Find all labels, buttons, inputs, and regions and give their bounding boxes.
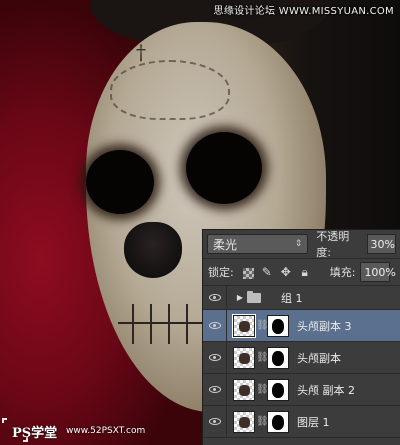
visibility-toggle[interactable] — [203, 342, 227, 373]
lock-row: 锁定: ✎ ✥ 🔒︎ 填充: 100% — [203, 258, 400, 286]
chain-link-icon[interactable]: ⛓ — [256, 352, 269, 363]
eye-icon — [208, 322, 221, 329]
watermark-top: 思缘设计论坛 WWW.MISSYUAN.COM — [213, 6, 394, 17]
lock-transparency-icon[interactable] — [242, 267, 254, 279]
lock-all-icon[interactable]: 🔒︎ — [297, 264, 313, 280]
chain-link-icon[interactable]: ⛓ — [256, 416, 269, 427]
eye-socket-left — [86, 150, 154, 214]
mouth-stitch — [150, 304, 152, 344]
layer-mask-thumbnail[interactable] — [267, 346, 289, 369]
layers-panel: 柔光 ⇕ 不透明度: 30% 锁定: ✎ ✥ 🔒︎ 填充: 100% ▶ 组 1… — [202, 229, 400, 445]
visibility-toggle[interactable] — [203, 374, 227, 405]
layer-row[interactable]: ⛓ 头颅副本 3 — [203, 310, 400, 342]
nose-cavity — [124, 222, 182, 278]
chain-link-icon[interactable]: ⛓ — [256, 320, 269, 331]
eye-icon — [208, 294, 221, 301]
eye-icon — [208, 418, 221, 425]
visibility-toggle[interactable] — [203, 310, 227, 341]
layer-row[interactable]: ⛓ 图层 1 — [203, 406, 400, 438]
visibility-toggle[interactable] — [203, 406, 227, 437]
opacity-label: 不透明度: — [316, 230, 350, 259]
layer-mask-thumbnail[interactable] — [267, 314, 289, 337]
layer-name: 组 1 — [281, 291, 303, 305]
fill-label: 填充: — [329, 266, 356, 279]
layer-row[interactable]: ⛓ 头颅 副本 2 — [203, 374, 400, 406]
layer-thumbnail[interactable] — [233, 346, 255, 369]
blend-mode-select[interactable]: 柔光 ⇕ — [207, 234, 309, 254]
forehead-decoration — [110, 60, 230, 120]
mouth-stitch — [168, 304, 170, 344]
blend-mode-value: 柔光 — [213, 237, 238, 252]
eye-icon — [208, 386, 221, 393]
eye-icon — [208, 354, 221, 361]
expand-arrow-icon[interactable]: ▶ — [233, 293, 247, 302]
fill-input[interactable]: 100% — [360, 262, 396, 282]
layer-thumbnail[interactable] — [233, 378, 255, 401]
lock-label: 锁定: — [208, 266, 234, 279]
layer-name: 图层 1 — [297, 415, 330, 429]
layer-name: 头颅 副本 2 — [297, 383, 355, 397]
layer-mask-thumbnail[interactable] — [267, 410, 289, 433]
lock-position-move-icon[interactable]: ✥ — [278, 264, 294, 280]
layer-name: 头颅副本 3 — [297, 319, 352, 333]
lock-pixels-brush-icon[interactable]: ✎ — [259, 264, 275, 280]
watermark-bottom-left: PS学堂 — [12, 426, 58, 441]
opacity-input[interactable]: 30% — [366, 234, 396, 254]
layer-name: 头颅副本 — [297, 351, 341, 365]
mouth-stitch — [132, 304, 134, 344]
layer-mask-thumbnail[interactable] — [267, 378, 289, 401]
watermark-bottom-url: www.52PSXT.com — [66, 426, 146, 436]
folder-icon — [247, 290, 261, 303]
visibility-toggle[interactable] — [203, 286, 227, 309]
layer-thumbnail[interactable] — [232, 313, 256, 338]
chain-link-icon[interactable]: ⛓ — [256, 384, 269, 395]
layer-thumbnail[interactable] — [233, 410, 255, 433]
eye-socket-right — [186, 132, 262, 204]
layer-row[interactable]: ⛓ 头颅副本 — [203, 342, 400, 374]
blend-row: 柔光 ⇕ 不透明度: 30% — [203, 230, 400, 259]
forehead-cross-mark: † — [136, 40, 146, 64]
mouth-stitch — [186, 304, 188, 344]
layer-group-row[interactable]: ▶ 组 1 — [203, 286, 400, 310]
chevron-updown-icon: ⇕ — [294, 239, 303, 249]
